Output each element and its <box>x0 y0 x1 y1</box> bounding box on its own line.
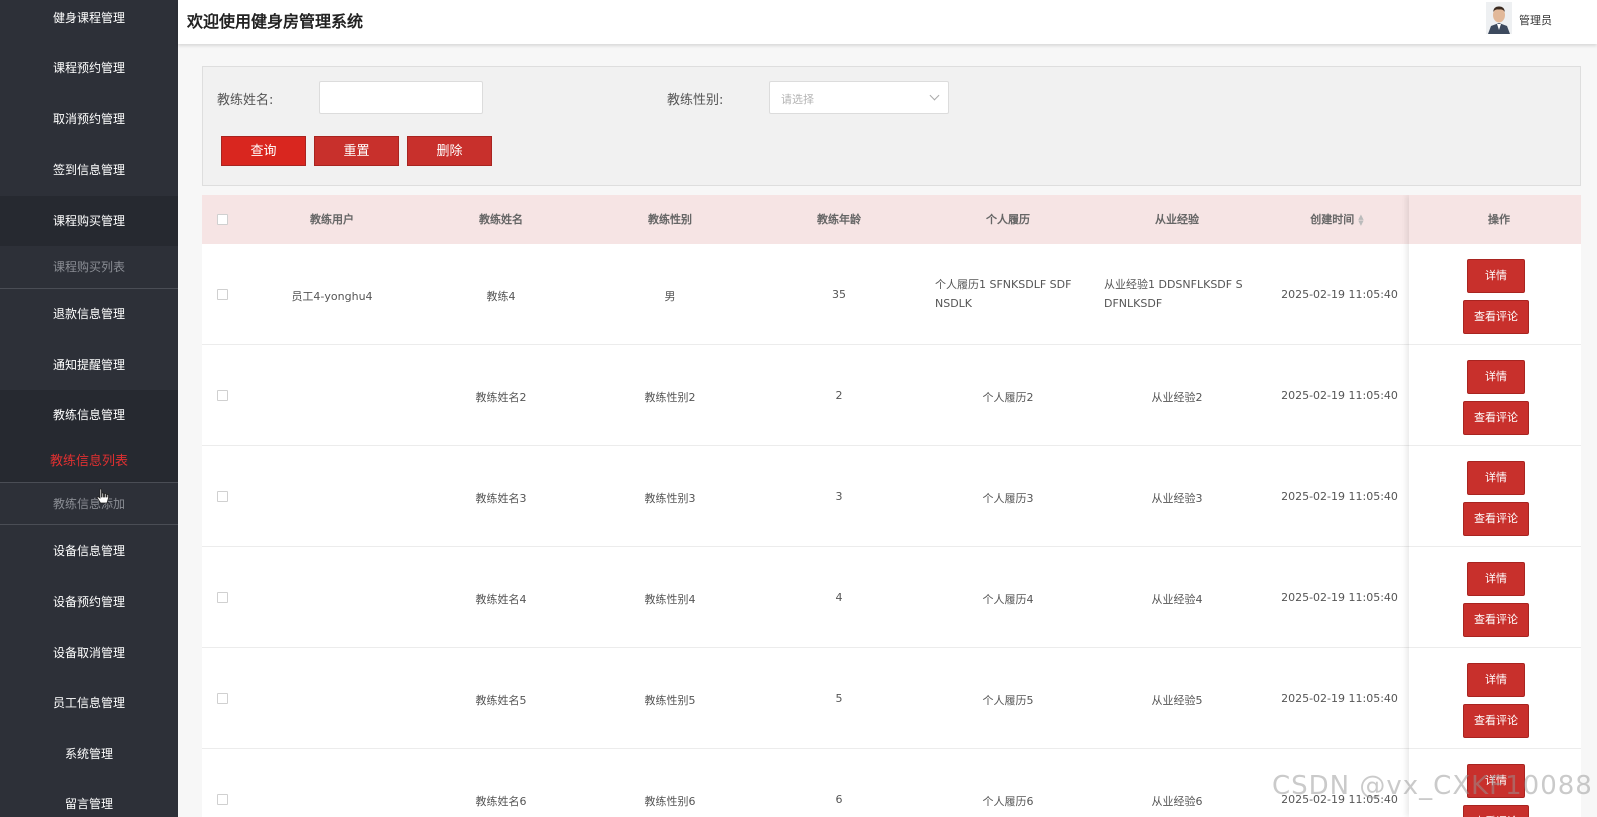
table-row[interactable]: 教练姓名2 教练性别2 2 个人履历2 从业经验2 2025-02-19 11:05:40… <box>202 345 1581 446</box>
sidebar-item-system[interactable]: 系统管理 <box>0 736 178 773</box>
cell-created-time: 2025-02-19 11:05:40 <box>1281 692 1398 705</box>
cell-created-time: 2025-02-19 11:05:40 <box>1281 288 1398 301</box>
cell-experience: 从业经验1 DDSNFLKSDF S DFNLKSDF <box>1104 278 1243 310</box>
reset-button[interactable]: 重置 <box>314 136 399 166</box>
cell-created-time: 2025-02-19 11:05:40 <box>1281 490 1398 503</box>
cell-gender: 教练性别2 <box>644 391 696 404</box>
sidebar-item-course-purchase[interactable]: 课程购买管理 <box>0 196 178 246</box>
cell-gender: 男 <box>664 290 676 303</box>
select-all-checkbox[interactable] <box>217 214 228 225</box>
row-checkbox[interactable] <box>217 289 228 300</box>
cell-name: 教练姓名2 <box>475 391 527 404</box>
hand-cursor-icon <box>96 488 109 504</box>
column-header-name: 教练姓名 <box>479 213 523 226</box>
sidebar-item-checkin[interactable]: 签到信息管理 <box>0 152 178 189</box>
cell-gender: 教练性别4 <box>644 593 696 606</box>
cell-resume: 个人履历6 <box>982 795 1034 808</box>
sidebar-item-equipment-booking[interactable]: 设备预约管理 <box>0 584 178 621</box>
table-row[interactable]: 员工4-yonghu4 教练4 男 35 个人履历1 SFNKSDLF SDF NSDL… <box>202 244 1581 345</box>
cell-resume: 个人履历2 <box>982 391 1034 404</box>
admin-username[interactable]: 管理员 <box>1519 12 1552 28</box>
column-header-experience: 从业经验 <box>1155 213 1199 226</box>
cell-name: 教练姓名4 <box>475 593 527 606</box>
top-header: 欢迎使用健身房管理系统 管理员 <box>178 0 1597 44</box>
sidebar-item-equipment-info[interactable]: 设备信息管理 <box>0 533 178 570</box>
coach-gender-select[interactable]: 请选择 <box>769 81 949 114</box>
column-header-user: 教练用户 <box>310 213 354 226</box>
cell-age: 4 <box>835 591 843 604</box>
cell-gender: 教练性别3 <box>644 492 696 505</box>
cell-gender: 教练性别5 <box>644 694 696 707</box>
sidebar-item-staff-info[interactable]: 员工信息管理 <box>0 685 178 722</box>
coach-table: 教练用户 教练姓名 教练性别 教练年龄 个人履历 从业经验 创建时间 ▲ ▼ 操作 … <box>202 195 1581 817</box>
cell-name: 教练姓名6 <box>475 795 527 808</box>
row-checkbox[interactable] <box>217 693 228 704</box>
cell-age: 6 <box>835 793 843 806</box>
cell-created-time: 2025-02-19 11:05:40 <box>1281 591 1398 604</box>
cell-age: 2 <box>835 389 843 402</box>
cell-gender: 教练性别6 <box>644 795 696 808</box>
page-title: 欢迎使用健身房管理系统 <box>187 12 364 31</box>
sidebar-subitem-coach-list[interactable]: 教练信息列表 <box>0 440 178 483</box>
sidebar-subitem-coach-add[interactable]: 教练信息添加 <box>0 483 178 525</box>
cell-age: 5 <box>835 692 843 705</box>
cell-age: 3 <box>835 490 843 503</box>
cell-name: 教练4 <box>486 290 516 303</box>
table-header: 教练用户 教练姓名 教练性别 教练年龄 个人履历 从业经验 创建时间 ▲ ▼ 操作 <box>202 195 1581 244</box>
query-button[interactable]: 查询 <box>221 136 306 166</box>
chevron-down-icon <box>929 90 940 101</box>
sort-icon[interactable]: ▲ ▼ <box>1358 214 1363 227</box>
cell-resume: 个人履历4 <box>982 593 1034 606</box>
cell-experience: 从业经验2 <box>1151 391 1203 404</box>
coach-name-input[interactable] <box>319 81 483 114</box>
avatar[interactable] <box>1486 2 1512 34</box>
row-checkbox[interactable] <box>217 592 228 603</box>
fixed-actions-column-shadow <box>1409 195 1581 817</box>
sidebar-subitem-course-purchase-list[interactable]: 课程购买列表 <box>0 246 178 289</box>
coach-name-label: 教练姓名: <box>217 93 274 108</box>
cell-resume: 个人履历1 SFNKSDLF SDF NSDLK <box>935 278 1072 310</box>
cell-name: 教练姓名3 <box>475 492 527 505</box>
cell-resume: 个人履历5 <box>982 694 1034 707</box>
table-row[interactable]: 教练姓名3 教练性别3 3 个人履历3 从业经验3 2025-02-19 11:05:40… <box>202 446 1581 547</box>
sidebar-item-cancel-booking[interactable]: 取消预约管理 <box>0 101 178 138</box>
cell-created-time: 2025-02-19 11:05:40 <box>1281 389 1398 402</box>
cell-experience: 从业经验3 <box>1151 492 1203 505</box>
column-header-age: 教练年龄 <box>817 213 861 226</box>
row-checkbox[interactable] <box>217 390 228 401</box>
sidebar-item-fitness-course[interactable]: 健身课程管理 <box>0 0 178 37</box>
row-checkbox[interactable] <box>217 491 228 502</box>
table-row[interactable]: 教练姓名5 教练性别5 5 个人履历5 从业经验5 2025-02-19 11:05:40… <box>202 648 1581 749</box>
cell-experience: 从业经验5 <box>1151 694 1203 707</box>
cell-name: 教练姓名5 <box>475 694 527 707</box>
search-panel: 教练姓名: 教练性别: 请选择 查询 重置 删除 <box>202 66 1581 186</box>
sidebar-item-refund[interactable]: 退款信息管理 <box>0 296 178 333</box>
sidebar-item-coach-info[interactable]: 教练信息管理 <box>0 390 178 440</box>
column-header-resume: 个人履历 <box>986 213 1030 226</box>
table-row[interactable]: 教练姓名4 教练性别4 4 个人履历4 从业经验4 2025-02-19 11:05:40… <box>202 547 1581 648</box>
column-header-gender: 教练性别 <box>648 213 692 226</box>
row-checkbox[interactable] <box>217 794 228 805</box>
sidebar-item-messages[interactable]: 留言管理 <box>0 786 178 817</box>
sidebar: 健身课程管理 课程预约管理 取消预约管理 签到信息管理 课程购买管理 课程购买列… <box>0 0 178 817</box>
column-header-created-time[interactable]: 创建时间 ▲ ▼ <box>1287 211 1387 227</box>
sidebar-item-course-booking[interactable]: 课程预约管理 <box>0 50 178 87</box>
cell-experience: 从业经验4 <box>1151 593 1203 606</box>
watermark-text: CSDN @vx_CXKF10088 <box>1272 771 1593 801</box>
sidebar-item-equipment-cancel[interactable]: 设备取消管理 <box>0 635 178 672</box>
cell-user: 员工4-yonghu4 <box>291 290 373 303</box>
created-time-header-label: 创建时间 <box>1310 213 1355 226</box>
sidebar-item-notification[interactable]: 通知提醒管理 <box>0 347 178 384</box>
select-placeholder: 请选择 <box>781 93 814 106</box>
delete-button[interactable]: 删除 <box>407 136 492 166</box>
cell-age: 35 <box>832 288 846 301</box>
coach-gender-label: 教练性别: <box>667 93 724 108</box>
cell-resume: 个人履历3 <box>982 492 1034 505</box>
cell-experience: 从业经验6 <box>1151 795 1203 808</box>
